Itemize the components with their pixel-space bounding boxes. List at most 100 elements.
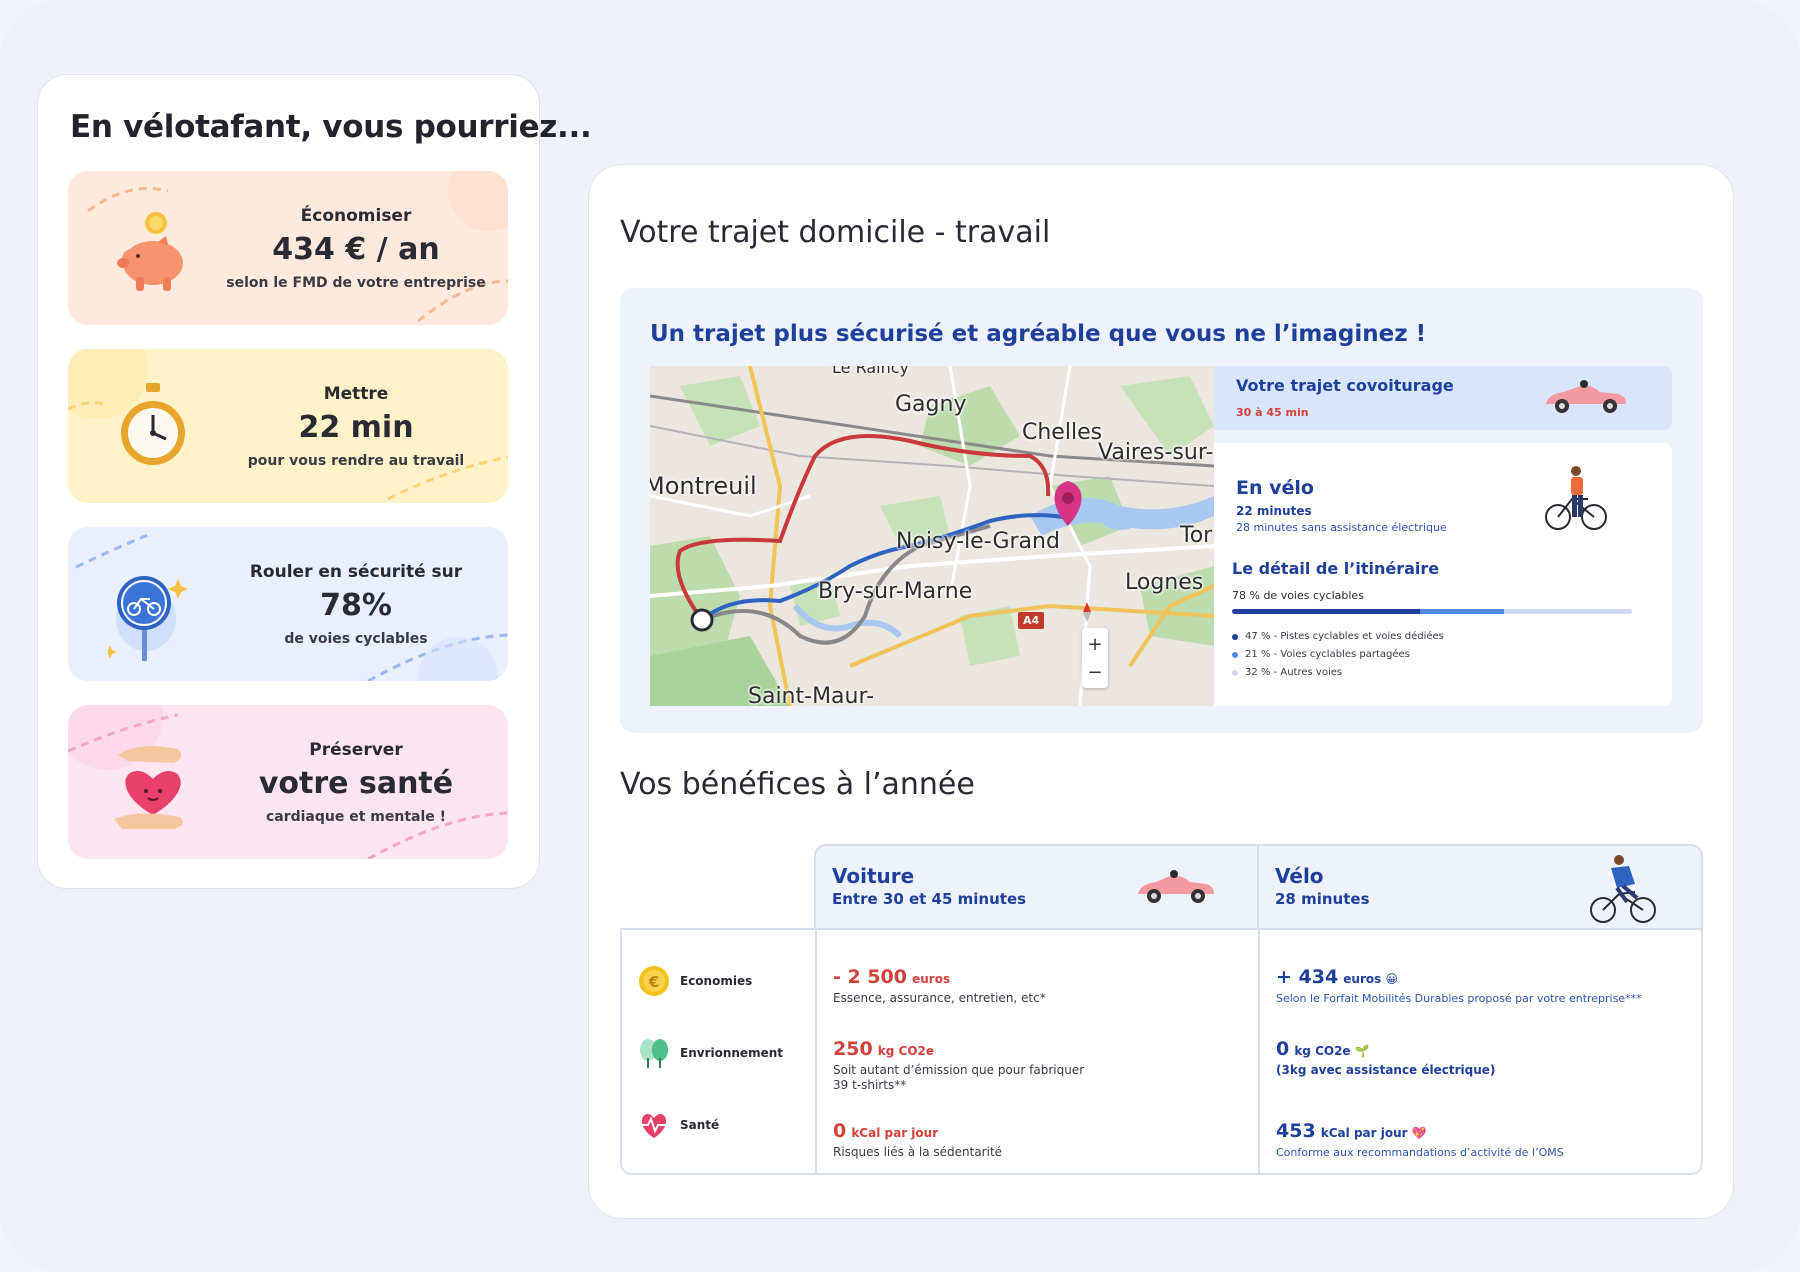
legend-other: 32 % - Autres voies [1232,667,1342,678]
car-economies-note: Essence, assurance, entretien, etc* [833,991,1046,1005]
safety-label: Rouler en sécurité sur [249,561,463,582]
map-label-raincy: Le Raincy [832,366,909,377]
bike-column-header: Vélo 28 minutes [1257,844,1703,930]
zoom-in-button[interactable]: + [1082,630,1108,658]
summary-title: En vélotafant, vous pourriez... [70,109,592,145]
row-label-text: Envrionnement [680,1046,783,1060]
savings-card: Économiser 434 € / an selon le FMD de vo… [68,171,508,325]
cycle-lane-percent: 78 % de voies cyclables [1232,589,1364,602]
car-environment-value: 250 [833,1038,873,1060]
bike-environment-note: (3kg avec assistance électrique) [1276,1063,1496,1077]
time-card: Mettre 22 min pour vous rendre au travai… [68,349,508,503]
bar-segment-shared [1420,609,1504,614]
car-health-note: Risques liés à la sédentarité [833,1145,1003,1159]
legend-dot [1232,633,1238,640]
map-label-bry: Bry-sur-Marne [818,579,973,604]
car-health-cell: 0 kCal par jour Risques liés à la sédent… [833,1120,1002,1160]
route-map[interactable]: Le Raincy Gagny Chelles Vaires-sur-Ma Mo… [650,366,1214,706]
bike-health-cell: 453 kCal par jour 💖 Conforme aux recomma… [1276,1120,1564,1160]
car-environment-cell: 250 kg CO2e Soit autant d’émission que p… [833,1038,1093,1093]
bike-health-unit: kCal par jour 💖 [1320,1126,1427,1140]
compass-icon[interactable] [1082,602,1108,626]
bike-economies-value: + 434 [1276,966,1339,988]
commute-card: Votre trajet domicile - travail Un traje… [588,164,1734,1219]
safety-value: 78% [320,587,392,623]
commute-title: Votre trajet domicile - travail [620,215,1051,250]
legend-dot [1232,651,1238,658]
benefits-summary-card: En vélotafant, vous pourriez... Économis… [37,74,592,889]
bar-segment-dedicated [1232,609,1420,614]
bike-health-value: 453 [1276,1120,1316,1142]
bike-lane-sign-icon [103,557,198,661]
time-label: Mettre [323,383,389,404]
map-label-chelles: Chelles [1022,420,1103,445]
legend-dedicated-label: 47 % - Pistes cyclables et voies dédiées [1245,631,1444,642]
safety-text: Rouler en sécurité sur 78% de voies cycl… [218,527,494,681]
health-value: votre santé [258,765,454,801]
carpool-option[interactable]: Votre trajet covoiturage 30 à 45 min [1214,366,1672,430]
car-health-unit: kCal par jour [851,1126,939,1140]
bike-health-note: Conforme aux recommandations d’activité … [1276,1146,1564,1159]
map-label-tor: Tor [1180,523,1213,548]
legend-other-label: 32 % - Autres voies [1245,667,1343,678]
time-value: 22 min [298,409,414,445]
cyclist-icon [1590,855,1656,923]
bike-economies-cell: + 434 euros 😀 Selon le Forfait Mobilités… [1276,966,1642,1006]
car-economies-value: - 2 500 [833,966,907,988]
bike-economies-unit: euros 😀 [1343,972,1398,986]
route-detail-title: Le détail de l’itinéraire [1232,559,1440,578]
stopwatch-icon [108,379,198,475]
bike-environment-value: 0 [1276,1038,1290,1060]
time-note: pour vous rendre au travail [247,452,465,469]
health-card: Préserver votre santé cardiaque et menta… [68,705,508,859]
euro-coin-icon: € [639,966,669,996]
car-header-title: Voiture [832,864,915,888]
legend-shared: 21 % - Voies cyclables partagées [1232,649,1410,660]
carpool-title: Votre trajet covoiturage [1236,376,1454,395]
health-text: Préserver votre santé cardiaque et menta… [218,705,494,859]
trees-icon [640,1039,668,1068]
piggy-bank-icon [108,201,198,297]
car-header-subtitle: Entre 30 et 45 minutes [832,890,1027,908]
zoom-out-button[interactable]: − [1082,658,1108,686]
bike-header-subtitle: 28 minutes [1275,890,1370,908]
map-label-vaires: Vaires-sur-Ma [1098,440,1214,465]
legend-shared-label: 21 % - Voies cyclables partagées [1245,649,1410,660]
bike-economies-note: Selon le Forfait Mobilités Durables prop… [1276,992,1642,1005]
row-label-health: Santé [638,1108,719,1142]
row-label-economies: € Economies [638,964,752,998]
car-icon [1546,380,1626,413]
car-economies-unit: euros [912,972,951,986]
benefits-title: Vos bénéfices à l’année [620,767,975,802]
heart-in-hands-icon [108,735,198,831]
map-label-lognes: Lognes [1125,570,1204,595]
cycle-lane-bar [1232,609,1632,614]
column-divider [815,930,817,1173]
car-health-value: 0 [833,1120,847,1142]
page-frame: En vélotafant, vous pourriez... Économis… [0,0,1800,1272]
bike-duration: 22 minutes [1236,504,1312,518]
savings-note: selon le FMD de votre entreprise [226,274,486,291]
car-environment-note: Soit autant d’émission que pour fabrique… [833,1063,1085,1092]
car-environment-unit: kg CO2e [877,1044,935,1058]
legend-dedicated: 47 % - Pistes cyclables et voies dédiées [1232,631,1444,642]
car-icon [1138,870,1214,903]
savings-value: 434 € / an [272,231,440,267]
trip-subtitle: Un trajet plus sécurisé et agréable que … [650,321,1427,347]
cyclist-icon [1545,466,1607,530]
bike-environment-cell: 0 kg CO2e 🌱 (3kg avec assistance électri… [1276,1038,1495,1078]
carpool-duration: 30 à 45 min [1236,406,1309,419]
car-column-header: Voiture Entre 30 et 45 minutes [814,844,1259,930]
legend-dot [1232,669,1238,676]
safety-note: de voies cyclables [284,630,428,647]
savings-label: Économiser [300,205,412,226]
zoom-controls: + − [1082,628,1108,688]
svg-text:€: € [648,973,659,991]
a4-road-badge: A4 [1018,612,1045,629]
row-label-text: Economies [680,974,753,988]
map-label-gagny: Gagny [895,392,967,417]
car-economies-cell: - 2 500 euros Essence, assurance, entret… [833,966,1046,1006]
bike-option[interactable]: En vélo 22 minutes 28 minutes sans assis… [1214,443,1672,706]
time-text: Mettre 22 min pour vous rendre au travai… [218,349,494,503]
bike-environment-unit: kg CO2e 🌱 [1294,1044,1370,1058]
